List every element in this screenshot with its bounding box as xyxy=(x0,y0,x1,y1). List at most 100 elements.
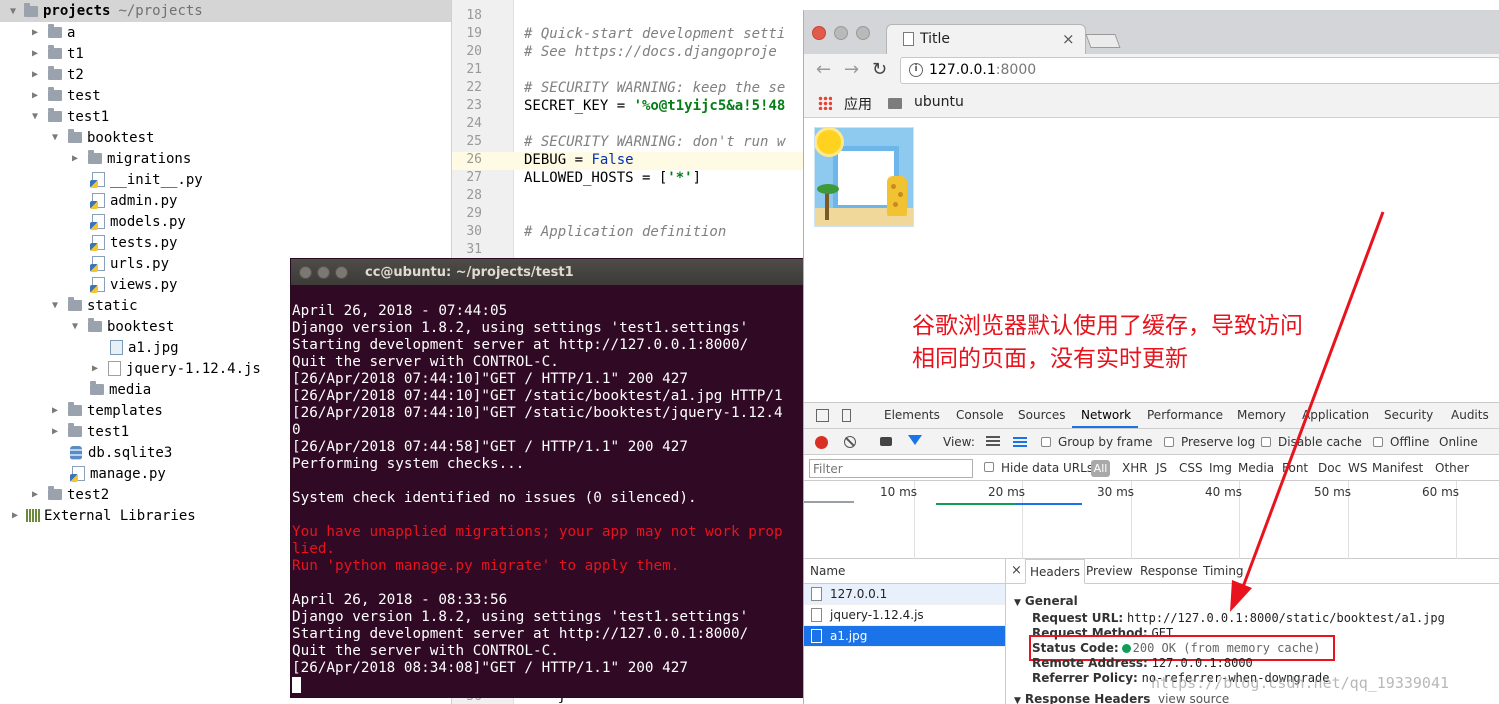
tab-memory[interactable]: Memory xyxy=(1237,408,1286,422)
chevron-right-icon[interactable]: ▶ xyxy=(28,90,42,101)
tab-performance[interactable]: Performance xyxy=(1147,408,1223,422)
request-row[interactable]: 127.0.0.1 xyxy=(804,584,1005,605)
filter-funnel-icon[interactable] xyxy=(908,435,922,445)
tree-item-t1[interactable]: ▶ t1 xyxy=(0,43,451,64)
offline-checkbox[interactable] xyxy=(1373,437,1383,447)
tab-application[interactable]: Application xyxy=(1302,408,1369,422)
preserve-log-checkbox[interactable] xyxy=(1164,437,1174,447)
chevron-right-icon[interactable]: ▶ xyxy=(48,405,62,416)
tree-item-models-py[interactable]: models.py xyxy=(0,211,451,232)
filter-js[interactable]: JS xyxy=(1156,461,1167,475)
tab-timing[interactable]: Timing xyxy=(1203,564,1244,578)
tab-security[interactable]: Security xyxy=(1384,408,1433,422)
address-bar[interactable]: i 127.0.0.1:8000 xyxy=(900,57,1499,84)
waterfall-view-icon[interactable] xyxy=(1013,437,1027,447)
view-source-link[interactable]: view source xyxy=(1158,692,1229,704)
filter-input[interactable] xyxy=(809,459,973,478)
chevron-right-icon[interactable]: ▶ xyxy=(8,510,22,521)
tree-item-t2[interactable]: ▶ t2 xyxy=(0,64,451,85)
chevron-down-icon[interactable]: ▼ xyxy=(28,111,42,122)
browser-window[interactable]: Title × ← → ↻ i 127.0.0.1:8000 应用 ubuntu… xyxy=(803,10,1499,704)
chevron-down-icon[interactable]: ▼ xyxy=(48,300,62,311)
tab-audits[interactable]: Audits xyxy=(1451,408,1489,422)
new-tab-button[interactable] xyxy=(1085,34,1121,48)
tab-headers[interactable]: Headers xyxy=(1025,559,1085,584)
filter-other[interactable]: Other xyxy=(1435,461,1469,475)
general-section-header[interactable]: ▼ General xyxy=(1014,594,1078,608)
devtools-panel[interactable]: Elements Console Sources Network Perform… xyxy=(804,402,1499,704)
device-toolbar-icon[interactable] xyxy=(842,409,851,422)
filter-font[interactable]: Font xyxy=(1282,461,1308,475)
filter-all-button[interactable]: All xyxy=(1091,460,1110,477)
screenshot-camera-icon[interactable] xyxy=(880,437,892,446)
minimize-window-button[interactable] xyxy=(834,26,848,40)
tree-root-projects[interactable]: ▼ projects ~/projects xyxy=(0,0,451,22)
close-window-button[interactable] xyxy=(812,26,826,40)
inspect-element-icon[interactable] xyxy=(816,409,829,422)
tree-item-test[interactable]: ▶ test xyxy=(0,85,451,106)
close-details-icon[interactable]: × xyxy=(1011,563,1022,578)
tab-close-icon[interactable]: × xyxy=(1062,30,1075,48)
reload-icon[interactable]: ↻ xyxy=(872,59,887,80)
tree-item-init-py[interactable]: __init__.py xyxy=(0,169,451,190)
tab-response[interactable]: Response xyxy=(1140,564,1198,578)
tab-sources[interactable]: Sources xyxy=(1018,408,1065,422)
tab-elements[interactable]: Elements xyxy=(884,408,940,422)
tree-item-booktest[interactable]: ▼ booktest xyxy=(0,127,451,148)
filter-manifest[interactable]: Manifest xyxy=(1372,461,1423,475)
browser-tab-title[interactable]: Title × xyxy=(886,24,1086,54)
chevron-right-icon[interactable]: ▶ xyxy=(68,153,82,164)
hide-data-urls-checkbox[interactable] xyxy=(984,462,994,472)
back-arrow-icon[interactable]: ← xyxy=(816,59,831,80)
chevron-right-icon[interactable]: ▶ xyxy=(48,426,62,437)
name-column-header[interactable]: Name xyxy=(804,559,1005,584)
tree-item-tests-py[interactable]: tests.py xyxy=(0,232,451,253)
bookmark-folder-icon[interactable] xyxy=(888,98,902,109)
request-row[interactable]: jquery-1.12.4.js xyxy=(804,605,1005,626)
disable-cache-checkbox[interactable] xyxy=(1261,437,1271,447)
tree-item-a[interactable]: ▶ a xyxy=(0,22,451,43)
filter-media[interactable]: Media xyxy=(1238,461,1274,475)
chevron-down-icon[interactable]: ▼ xyxy=(48,132,62,143)
terminal-window[interactable]: cc@ubuntu: ~/projects/test1 April 26, 20… xyxy=(290,258,805,698)
record-icon[interactable] xyxy=(815,436,828,449)
tab-network[interactable]: Network xyxy=(1081,408,1131,422)
chevron-down-icon[interactable]: ▼ xyxy=(68,321,82,332)
view-label: View: xyxy=(943,435,975,449)
chevron-right-icon[interactable]: ▶ xyxy=(28,48,42,59)
clear-icon[interactable] xyxy=(844,436,856,448)
bookmark-apps[interactable]: 应用 xyxy=(844,94,872,114)
chevron-down-icon[interactable]: ▼ xyxy=(6,6,20,17)
request-row-selected[interactable]: a1.jpg xyxy=(804,626,1005,647)
filter-ws[interactable]: WS xyxy=(1348,461,1367,475)
chevron-right-icon[interactable]: ▶ xyxy=(28,69,42,80)
terminal-titlebar[interactable]: cc@ubuntu: ~/projects/test1 xyxy=(291,259,804,285)
maximize-window-button[interactable] xyxy=(335,265,348,279)
tab-preview[interactable]: Preview xyxy=(1086,564,1133,578)
chevron-right-icon[interactable]: ▶ xyxy=(28,27,42,38)
filter-css[interactable]: CSS xyxy=(1179,461,1203,475)
apps-grid-icon[interactable] xyxy=(818,96,832,110)
timeline-bar xyxy=(804,501,854,503)
response-headers-section-header[interactable]: ▼ Response Headers xyxy=(1014,692,1150,704)
close-window-button[interactable] xyxy=(299,265,312,279)
maximize-window-button[interactable] xyxy=(856,26,870,40)
filter-img[interactable]: Img xyxy=(1209,461,1232,475)
filter-xhr[interactable]: XHR xyxy=(1122,461,1148,475)
tree-item-migrations[interactable]: ▶ migrations xyxy=(0,148,451,169)
chevron-right-icon[interactable]: ▶ xyxy=(28,489,42,500)
forward-arrow-icon[interactable]: → xyxy=(844,59,859,80)
chevron-right-icon[interactable]: ▶ xyxy=(88,363,102,374)
throttling-select[interactable]: Online xyxy=(1439,435,1478,449)
network-timeline-overview[interactable]: 10 ms 20 ms 30 ms 40 ms 50 ms 60 ms xyxy=(804,481,1499,559)
info-icon[interactable]: i xyxy=(909,63,923,77)
tree-item-admin-py[interactable]: admin.py xyxy=(0,190,451,211)
group-by-frame-checkbox[interactable] xyxy=(1041,437,1051,447)
list-view-icon[interactable] xyxy=(986,436,1000,447)
terminal-output[interactable]: April 26, 2018 - 07:44:05 Django version… xyxy=(292,303,804,694)
minimize-window-button[interactable] xyxy=(317,265,330,279)
filter-doc[interactable]: Doc xyxy=(1318,461,1341,475)
tab-console[interactable]: Console xyxy=(956,408,1004,422)
bookmark-ubuntu[interactable]: ubuntu xyxy=(914,94,964,110)
tree-item-test1[interactable]: ▼ test1 xyxy=(0,106,451,127)
